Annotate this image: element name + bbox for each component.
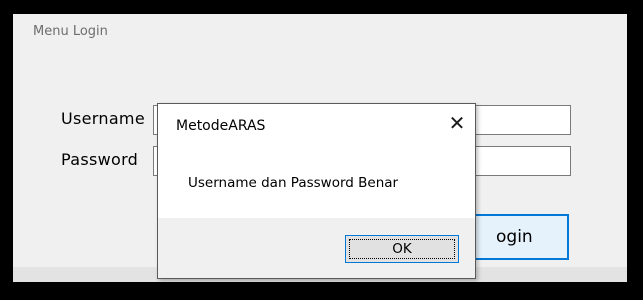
username-label: Username	[61, 109, 145, 128]
login-button-label: ogin	[496, 227, 533, 247]
ok-focus-ring	[349, 239, 455, 259]
message-dialog: MetodeARAS ✕ Username dan Password Benar…	[157, 103, 476, 279]
window-title: Menu Login	[33, 24, 108, 39]
dialog-message: Username dan Password Benar	[188, 175, 399, 191]
close-icon[interactable]: ✕	[445, 110, 469, 136]
password-label: Password	[61, 150, 139, 169]
dialog-title: MetodeARAS	[176, 118, 266, 134]
ok-button[interactable]: OK	[345, 235, 459, 263]
